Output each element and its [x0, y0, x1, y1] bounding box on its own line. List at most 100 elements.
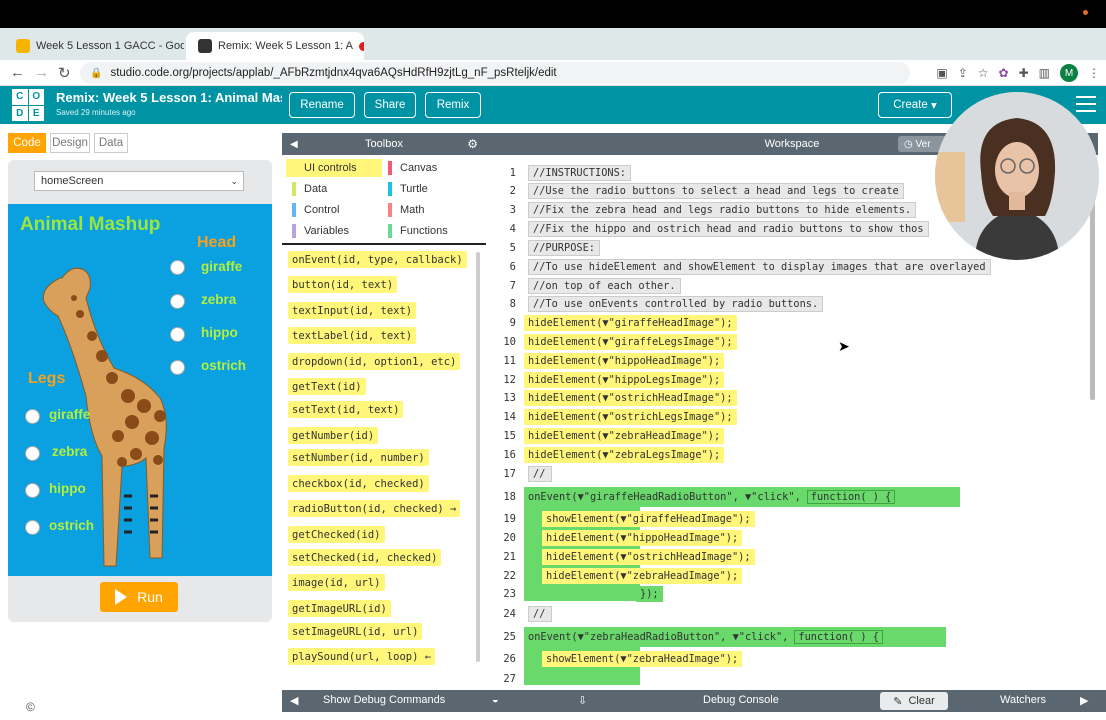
more-menu-icon[interactable]: ⋮	[1088, 66, 1100, 80]
remix-button[interactable]: Remix	[425, 92, 481, 118]
category-ui-controls[interactable]: UI controls	[286, 159, 382, 177]
block-setnumber[interactable]: setNumber(id, number)	[288, 449, 429, 466]
tab-design[interactable]: Design	[50, 133, 90, 153]
legs-radio-ostrich[interactable]	[25, 520, 40, 535]
block-button[interactable]: button(id, text)	[288, 276, 398, 293]
comment-block[interactable]: //Fix the zebra head and legs radio butt…	[528, 202, 917, 218]
head-radio-giraffe[interactable]	[170, 260, 185, 275]
head-radio-zebra[interactable]	[170, 294, 185, 309]
tab-code[interactable]: Code	[8, 133, 46, 153]
block-onevent[interactable]: onEvent(id, type, callback)	[288, 251, 467, 268]
block-getimageurl[interactable]: getImageURL(id)	[288, 600, 391, 617]
hide-element-block[interactable]: hideElement(▼"zebraHeadImage");	[524, 428, 725, 444]
extension-flower-icon[interactable]: ✿	[999, 66, 1009, 80]
head-radio-hippo[interactable]	[170, 327, 185, 342]
category-functions[interactable]: Functions	[382, 222, 482, 240]
project-title: Remix: Week 5 Lesson 1: Animal Mas...	[56, 90, 282, 105]
hide-element-block[interactable]: hideElement(▼"hippoHeadImage");	[524, 353, 725, 369]
empty-comment-block[interactable]: //	[528, 606, 552, 622]
hide-element-block[interactable]: hideElement(▼"ostrichLegsImage");	[524, 409, 737, 425]
puzzle-icon[interactable]: ✚	[1019, 66, 1029, 80]
function-block[interactable]: function( ) {	[794, 630, 883, 644]
browser-tab-docs[interactable]: Week 5 Lesson 1 GACC - Goo ✕	[4, 32, 184, 60]
code-org-logo[interactable]: C O D E	[12, 89, 44, 121]
block-setimageurl[interactable]: setImageURL(id, url)	[288, 623, 423, 640]
hamburger-menu-icon[interactable]	[1076, 96, 1096, 112]
hide-element-block[interactable]: hideElement(▼"hippoLegsImage");	[524, 372, 725, 388]
bookmark-star-icon[interactable]: ☆	[978, 66, 989, 80]
hide-element-block[interactable]: hideElement(▼"zebraHeadImage");	[542, 568, 743, 584]
show-element-block[interactable]: showElement(▼"zebraHeadImage");	[542, 651, 743, 667]
category-turtle[interactable]: Turtle	[382, 180, 482, 198]
block-settext[interactable]: setText(id, text)	[288, 401, 404, 418]
hide-element-block[interactable]: hideElement(▼"giraffeLegsImage");	[524, 334, 737, 350]
function-block[interactable]: function( ) {	[806, 490, 896, 504]
block-dropdown[interactable]: dropdown(id, option1, etc)	[288, 353, 461, 370]
camera-icon[interactable]: ▣	[936, 66, 947, 80]
collapse-debug-icon[interactable]: ◀	[290, 694, 298, 707]
comment-block[interactable]: //To use hideElement and showElement to …	[528, 259, 991, 275]
url-field[interactable]: 🔒 studio.code.org/projects/applab/_AFbRz…	[80, 62, 910, 84]
hide-element-block[interactable]: hideElement(▼"ostrichHeadImage");	[524, 390, 737, 406]
hide-element-block[interactable]: hideElement(▼"zebraLegsImage");	[524, 447, 725, 463]
comment-block[interactable]: //To use onEvents controlled by radio bu…	[528, 296, 824, 312]
forward-arrow-icon[interactable]: →	[34, 64, 49, 81]
category-math[interactable]: Math	[382, 201, 482, 219]
expand-watchers-icon[interactable]: ▶	[1080, 694, 1088, 707]
block-textinput[interactable]: textInput(id, text)	[288, 302, 417, 319]
back-arrow-icon[interactable]: ←	[10, 64, 25, 81]
block-getchecked[interactable]: getChecked(id)	[288, 526, 385, 543]
clear-button[interactable]: ✎ Clear	[880, 692, 948, 710]
run-button[interactable]: Run	[100, 582, 178, 612]
hide-element-block[interactable]: hideElement(▼"ostrichHeadImage");	[542, 549, 755, 565]
rename-button[interactable]: Rename	[289, 92, 355, 118]
profile-avatar[interactable]: M	[1060, 64, 1078, 82]
category-variables[interactable]: Variables	[286, 222, 382, 240]
share-page-icon[interactable]: ⇪	[958, 66, 968, 80]
turtle-speed-icon[interactable]: ◒	[492, 694, 499, 706]
screen-select[interactable]: homeScreen ⌄	[34, 171, 244, 191]
block-gettext[interactable]: getText(id)	[288, 378, 366, 395]
tab-data[interactable]: Data	[94, 133, 128, 153]
comment-block[interactable]: //Use the radio buttons to select a head…	[528, 183, 904, 199]
gear-icon[interactable]: ⚙	[467, 137, 478, 151]
onevent-zebra-head-block[interactable]: onEvent(▼"zebraHeadRadioButton", ▼"click…	[524, 627, 946, 647]
speed-slider-icon[interactable]: ⇩	[578, 694, 587, 707]
block-setchecked[interactable]: setChecked(id, checked)	[288, 549, 442, 566]
browser-tab-applab[interactable]: Remix: Week 5 Lesson 1: A ✕	[186, 32, 364, 60]
comment-block[interactable]: //on top of each other.	[528, 278, 681, 294]
block-radiobutton[interactable]: radioButton(id, checked) →	[288, 500, 461, 517]
category-color	[292, 161, 296, 175]
create-dropdown-button[interactable]: Create ▾	[878, 92, 952, 118]
block-checkbox[interactable]: checkbox(id, checked)	[288, 475, 429, 492]
comment-block[interactable]: //Fix the hippo and ostrich head and rad…	[528, 221, 929, 237]
category-canvas[interactable]: Canvas	[382, 159, 482, 177]
copyright-icon[interactable]: ©	[26, 700, 35, 714]
block-playsound[interactable]: playSound(url, loop) ←	[288, 648, 436, 665]
collapse-toolbox-icon[interactable]: ◀	[290, 139, 298, 150]
block-textlabel[interactable]: textLabel(id, text)	[288, 327, 417, 344]
sidepanel-icon[interactable]: ▥	[1039, 66, 1050, 80]
hide-element-block[interactable]: hideElement(▼"giraffeHeadImage");	[524, 315, 737, 331]
legs-radio-zebra[interactable]	[25, 446, 40, 461]
show-element-block[interactable]: showElement(▼"giraffeHeadImage");	[542, 511, 755, 527]
line-number: 7	[509, 280, 516, 292]
legs-radio-giraffe[interactable]	[25, 409, 40, 424]
reload-icon[interactable]: ↻	[58, 64, 71, 82]
show-debug-commands-link[interactable]: Show Debug Commands	[323, 694, 445, 706]
category-data[interactable]: Data	[286, 180, 382, 198]
slides-favicon-icon	[16, 39, 30, 53]
comment-block[interactable]: //INSTRUCTIONS:	[528, 165, 631, 181]
block-image[interactable]: image(id, url)	[288, 574, 385, 591]
head-radio-ostrich[interactable]	[170, 360, 185, 375]
empty-comment-block[interactable]: //	[528, 466, 552, 482]
hide-element-block[interactable]: hideElement(▼"hippoHeadImage");	[542, 530, 743, 546]
comment-block[interactable]: //PURPOSE:	[528, 240, 600, 256]
share-button[interactable]: Share	[364, 92, 416, 118]
toolbox-scrollbar[interactable]	[476, 252, 480, 662]
category-control[interactable]: Control	[286, 201, 382, 219]
onevent-giraffe-head-block[interactable]: onEvent(▼"giraffeHeadRadioButton", ▼"cli…	[524, 487, 960, 507]
legs-radio-hippo[interactable]	[25, 483, 40, 498]
logo-letter: D	[12, 105, 28, 121]
block-getnumber[interactable]: getNumber(id)	[288, 427, 379, 444]
